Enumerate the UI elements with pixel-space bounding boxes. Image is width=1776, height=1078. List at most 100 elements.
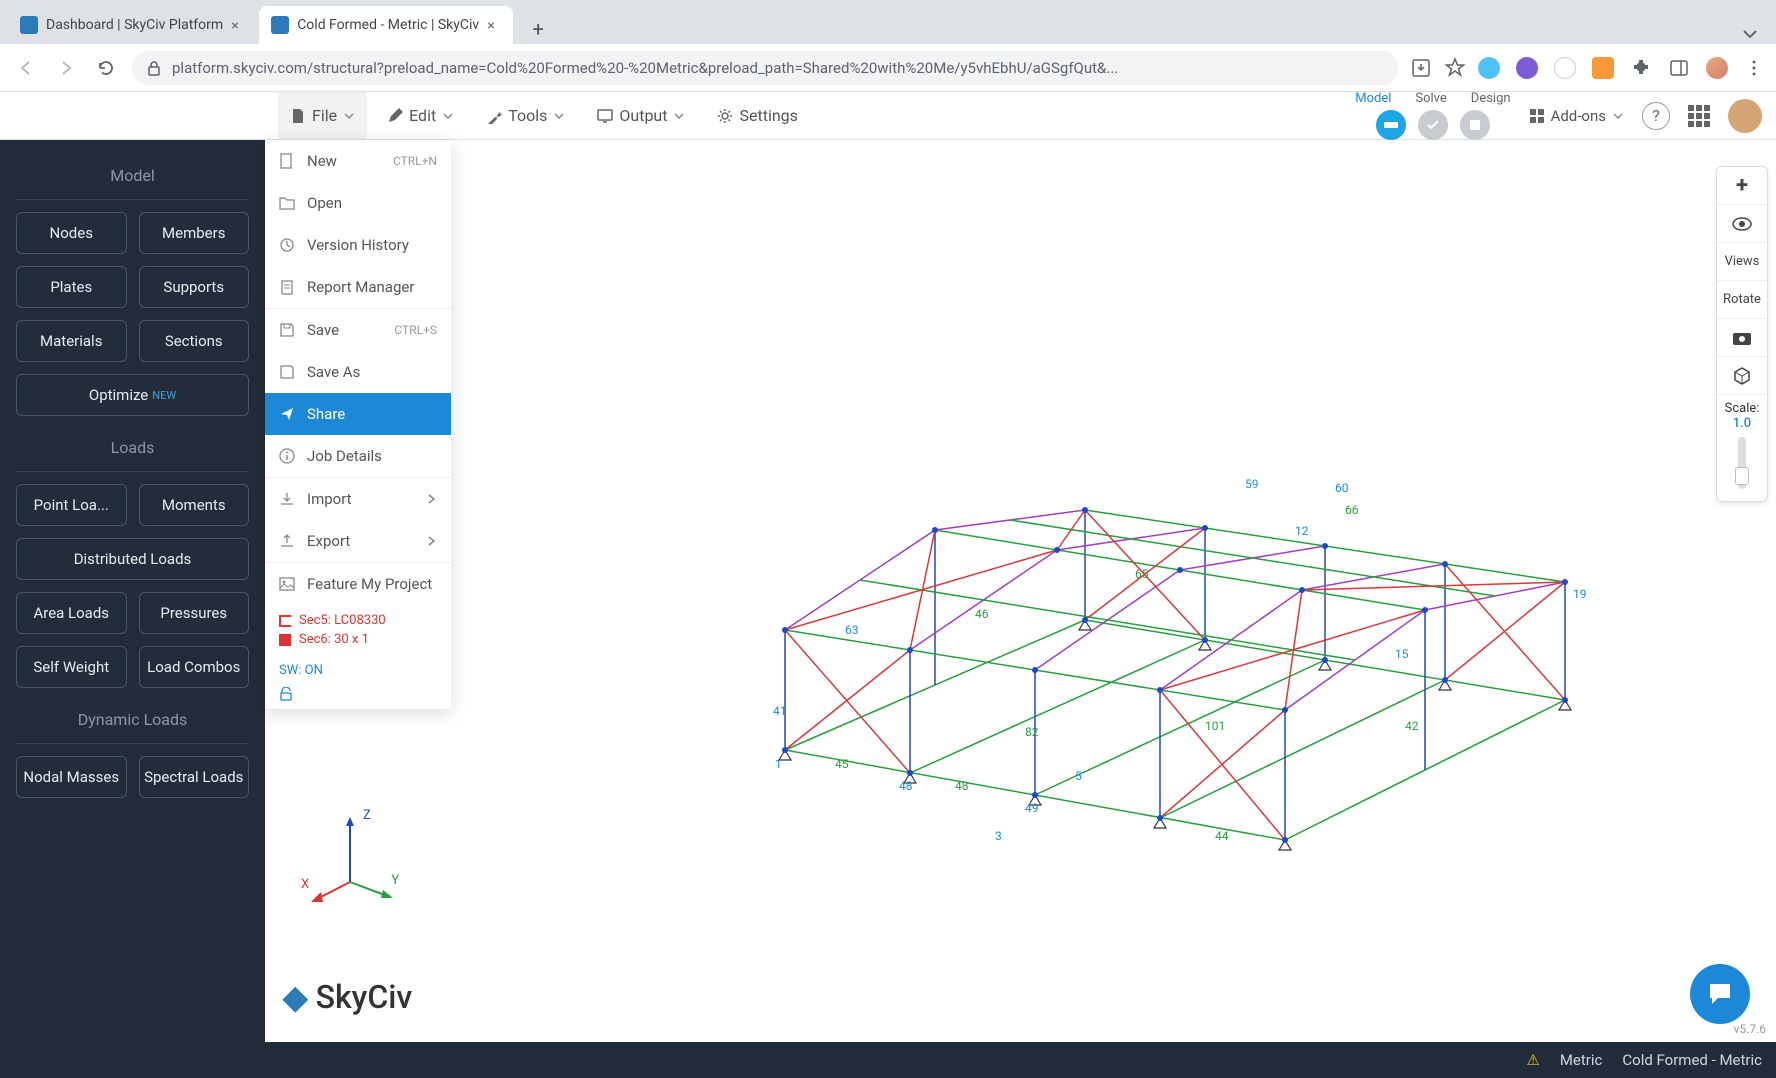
svg-text:41: 41: [773, 704, 787, 718]
close-icon[interactable]: ×: [487, 18, 501, 32]
settings-label: Settings: [739, 106, 797, 125]
model-canvas[interactable]: 135 121519 414849 596063 454844 6566101 …: [265, 140, 1776, 1042]
menu-label: Share: [307, 405, 345, 423]
views-button[interactable]: Views: [1717, 243, 1767, 281]
sections-button[interactable]: Sections: [139, 320, 250, 362]
mode-solve-label[interactable]: Solve: [1415, 91, 1446, 106]
browser-tab[interactable]: Dashboard | SkyCiv Platform ×: [8, 6, 257, 44]
mode-design-pill[interactable]: [1460, 110, 1490, 140]
clipboard-icon: [279, 279, 295, 295]
chat-icon: [1706, 980, 1734, 1008]
box-button[interactable]: [1717, 357, 1767, 395]
nodal-masses-button[interactable]: Nodal Masses: [16, 756, 127, 798]
plates-button[interactable]: Plates: [16, 266, 127, 308]
extension-icon[interactable]: [1554, 57, 1576, 79]
menu-import[interactable]: Import: [265, 477, 451, 520]
menu-share[interactable]: Share: [265, 393, 451, 435]
settings-button[interactable]: Settings: [705, 92, 809, 139]
tools-label: Tools: [508, 106, 547, 125]
optimize-button[interactable]: Optimize NEW: [16, 374, 249, 416]
chevron-down-icon: [442, 110, 454, 122]
svg-text:60: 60: [1335, 481, 1349, 495]
rotate-button[interactable]: Rotate: [1717, 281, 1767, 319]
edit-menu-button[interactable]: Edit: [375, 92, 466, 139]
menu-feature-project[interactable]: Feature My Project: [265, 562, 451, 605]
visibility-button[interactable]: [1717, 205, 1767, 243]
chevron-down-icon: [553, 110, 565, 122]
mode-model-label[interactable]: Model: [1355, 91, 1391, 106]
svg-text:19: 19: [1573, 587, 1587, 601]
z-axis-label: Z: [363, 808, 371, 823]
apps-grid-button[interactable]: [1688, 105, 1710, 127]
addons-button[interactable]: Add-ons: [1529, 107, 1624, 125]
menu-icon[interactable]: [1744, 58, 1764, 78]
view-tools-panel: + Views Rotate Scale: 1.0: [1716, 166, 1768, 502]
nodes-button[interactable]: Nodes: [16, 212, 127, 254]
monitor-icon: [597, 108, 613, 124]
spectral-loads-button[interactable]: Spectral Loads: [139, 756, 250, 798]
zoom-in-button[interactable]: +: [1717, 167, 1767, 205]
back-button[interactable]: [12, 54, 40, 82]
version-label: v5.7.6: [1734, 1022, 1766, 1036]
grid-icon: [1529, 108, 1545, 124]
svg-text:101: 101: [1205, 719, 1225, 733]
scale-slider[interactable]: [1738, 437, 1746, 489]
help-button[interactable]: ?: [1642, 102, 1670, 130]
browser-tab-active[interactable]: Cold Formed - Metric | SkyCiv ×: [259, 6, 513, 44]
reload-button[interactable]: [92, 54, 120, 82]
install-icon[interactable]: [1410, 57, 1432, 79]
forward-button[interactable]: [52, 54, 80, 82]
menu-job-details[interactable]: Job Details: [265, 435, 451, 477]
menu-label: Version History: [307, 236, 409, 254]
menu-export[interactable]: Export: [265, 520, 451, 562]
menu-new[interactable]: New CTRL+N: [265, 140, 451, 182]
menu-open[interactable]: Open: [265, 182, 451, 224]
sidepanel-icon[interactable]: [1668, 57, 1690, 79]
file-menu-button[interactable]: File: [278, 92, 367, 139]
close-icon[interactable]: ×: [231, 18, 245, 32]
units-label[interactable]: Metric: [1560, 1051, 1603, 1069]
svg-text:63: 63: [845, 623, 859, 637]
extension-icon[interactable]: [1516, 57, 1538, 79]
user-avatar[interactable]: [1728, 99, 1762, 133]
new-tab-button[interactable]: +: [523, 14, 553, 44]
menu-report-manager[interactable]: Report Manager: [265, 266, 451, 308]
skyciv-logo: ◆ SkyCiv: [283, 978, 412, 1016]
extension-icon[interactable]: [1478, 57, 1500, 79]
warning-icon[interactable]: ⚠: [1526, 1051, 1539, 1069]
star-icon[interactable]: [1444, 57, 1466, 79]
moments-button[interactable]: Moments: [139, 484, 250, 526]
mode-design-label[interactable]: Design: [1471, 91, 1511, 106]
menu-save-as[interactable]: Save As: [265, 351, 451, 393]
extension-icon[interactable]: [1592, 57, 1614, 79]
point-loads-button[interactable]: Point Loa...: [16, 484, 127, 526]
profile-avatar[interactable]: [1706, 57, 1728, 79]
chevron-down-icon: [343, 110, 355, 122]
supports-button[interactable]: Supports: [139, 266, 250, 308]
load-combos-button[interactable]: Load Combos: [139, 646, 250, 688]
x-axis-label: X: [301, 877, 309, 892]
chevron-down-icon[interactable]: [1740, 24, 1760, 44]
structural-model: 135 121519 414849 596063 454844 6566101 …: [645, 270, 1605, 910]
chevron-right-icon: [427, 494, 437, 504]
pressures-button[interactable]: Pressures: [139, 592, 250, 634]
chevron-down-icon: [1612, 110, 1624, 122]
area-loads-button[interactable]: Area Loads: [16, 592, 127, 634]
members-button[interactable]: Members: [139, 212, 250, 254]
self-weight-button[interactable]: Self Weight: [16, 646, 127, 688]
chat-button[interactable]: [1690, 964, 1750, 1024]
mode-model-pill[interactable]: [1376, 110, 1406, 140]
extensions-icon[interactable]: [1630, 57, 1652, 79]
tools-menu-button[interactable]: Tools: [474, 92, 577, 139]
mode-solve-pill[interactable]: [1418, 110, 1448, 140]
svg-text:12: 12: [1295, 524, 1309, 538]
screenshot-button[interactable]: [1717, 319, 1767, 357]
menu-version-history[interactable]: Version History: [265, 224, 451, 266]
menu-save[interactable]: Save CTRL+S: [265, 308, 451, 351]
distributed-loads-button[interactable]: Distributed Loads: [16, 538, 249, 580]
address-bar[interactable]: platform.skyciv.com/structural?preload_n…: [132, 51, 1398, 85]
output-menu-button[interactable]: Output: [585, 92, 697, 139]
pencil-icon: [387, 108, 403, 124]
materials-button[interactable]: Materials: [16, 320, 127, 362]
status-bar: ⚠ Metric Cold Formed - Metric: [0, 1042, 1776, 1078]
